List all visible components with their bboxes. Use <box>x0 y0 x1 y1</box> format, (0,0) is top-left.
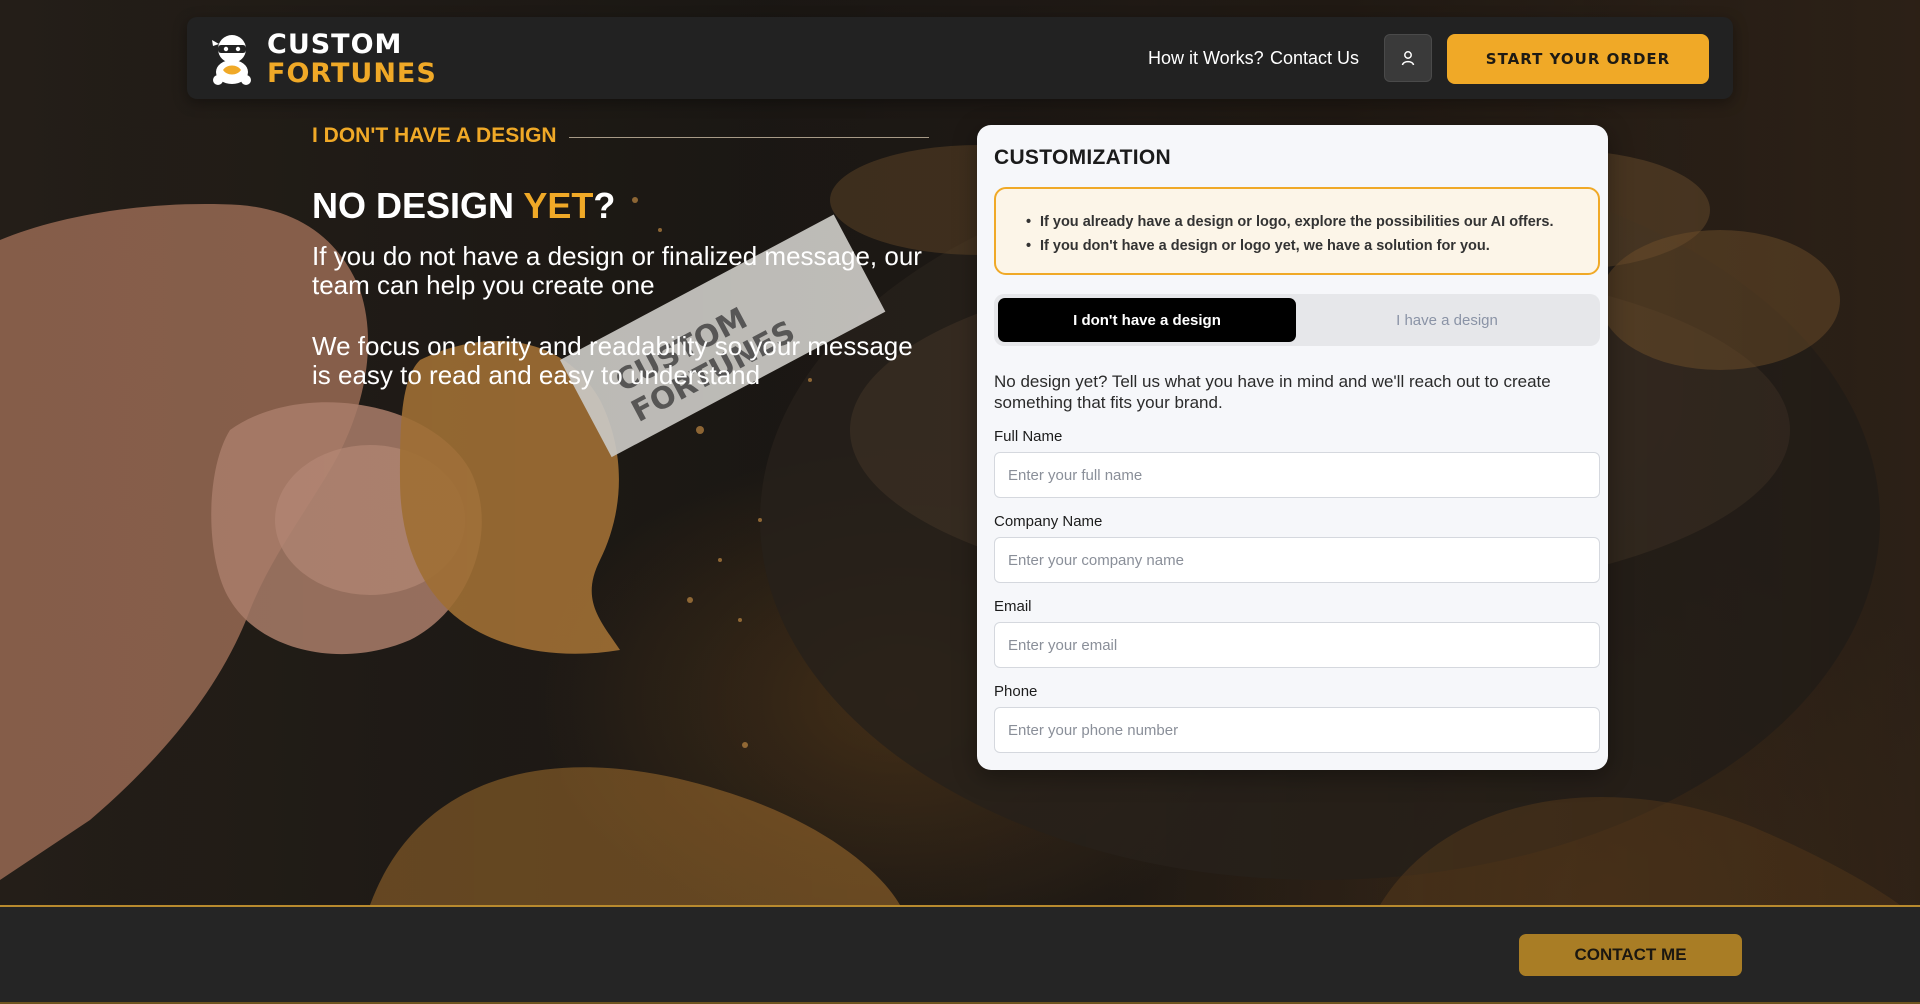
tab-have-design[interactable]: I have a design <box>1298 298 1596 342</box>
full-name-label: Full Name <box>994 428 1063 445</box>
ninja-logo-icon <box>212 35 251 85</box>
hero-title: NO DESIGN YET? <box>312 185 615 227</box>
hero-title-accent: YET <box>523 185 594 226</box>
email-input[interactable] <box>994 622 1600 668</box>
eyebrow-text: I DON'T HAVE A DESIGN <box>312 124 557 147</box>
eyebrow-divider <box>568 136 929 138</box>
form-intro-text: No design yet? Tell us what you have in … <box>994 372 1551 412</box>
nav-link-contact-us[interactable]: Contact Us <box>1270 48 1359 69</box>
hero-paragraph-1: If you do not have a design or finalized… <box>312 241 922 300</box>
section-eyebrow: I DON'T HAVE A DESIGN <box>312 124 929 148</box>
brand-wordmark: CUSTOM FORTUNES <box>267 31 437 87</box>
company-name-label: Company Name <box>994 513 1103 530</box>
hero-shade <box>0 0 1920 905</box>
hero-title-part2: ? <box>593 185 616 226</box>
brand-name-line1: CUSTOM <box>267 29 403 60</box>
info-list: If you already have a design or logo, ex… <box>1026 210 1582 258</box>
company-name-input[interactable] <box>994 537 1600 583</box>
hero-background: CUSTOM FORTUNES <box>0 0 1920 905</box>
brand-name-line2: FORTUNES <box>267 58 437 89</box>
phone-label: Phone <box>994 683 1038 700</box>
design-toggle: I don't have a design I have a design <box>994 294 1600 346</box>
hero-title-part1: NO DESIGN <box>312 185 524 226</box>
form-title: CUSTOMIZATION <box>994 146 1171 169</box>
phone-input[interactable] <box>994 707 1600 753</box>
info-item: If you already have a design or logo, ex… <box>1026 210 1582 234</box>
info-callout: If you already have a design or logo, ex… <box>994 187 1600 275</box>
brand-logo[interactable]: CUSTOM FORTUNES <box>209 30 437 88</box>
contact-me-button[interactable]: CONTACT ME <box>1519 934 1742 976</box>
start-order-button[interactable]: START YOUR ORDER <box>1447 34 1709 84</box>
hero-paragraph-2: We focus on clarity and readability so y… <box>312 331 913 390</box>
info-item: If you don't have a design or logo yet, … <box>1026 234 1582 258</box>
top-navigation-bar: CUSTOM FORTUNES How it Works? Contact Us… <box>187 17 1733 99</box>
nav-link-how-it-works[interactable]: How it Works? <box>1148 48 1264 69</box>
customization-form-card: CUSTOMIZATION If you already have a desi… <box>977 125 1608 770</box>
account-button[interactable] <box>1384 34 1432 82</box>
tab-no-design[interactable]: I don't have a design <box>998 298 1296 342</box>
user-icon <box>1401 51 1415 66</box>
full-name-input[interactable] <box>994 452 1600 498</box>
email-label: Email <box>994 598 1032 615</box>
